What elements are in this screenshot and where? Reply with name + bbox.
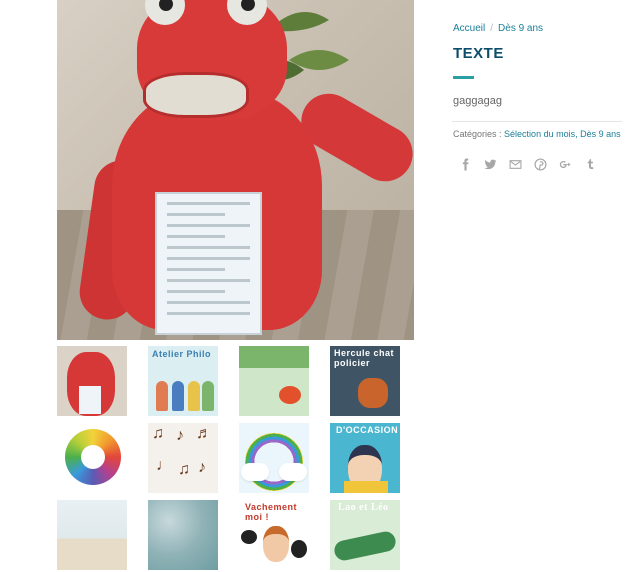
monkey-eye — [145, 0, 185, 25]
categories-links[interactable]: Sélection du mois, Dès 9 ans — [504, 129, 621, 139]
thumb-occasion[interactable]: D'OCCASION — [330, 423, 400, 493]
poster — [155, 192, 262, 335]
thumb-atelier-philo[interactable]: Atelier Philo — [148, 346, 218, 416]
thumb-hercule[interactable]: Hercule chat policier — [330, 346, 400, 416]
categories-label: Catégories : — [453, 129, 502, 139]
thumb-beach[interactable] — [57, 500, 127, 570]
thumb-text: Vachement moi ! — [245, 502, 298, 522]
breadcrumb-category-link[interactable]: Dès 9 ans — [498, 23, 543, 34]
thumb-text: Atelier Philo — [152, 349, 212, 359]
thumb-rainbow[interactable] — [239, 423, 309, 493]
facebook-icon[interactable] — [458, 157, 472, 171]
thumb-text: D'OCCASION — [336, 425, 399, 435]
product-description: gaggagag — [453, 95, 502, 107]
thumb-text: Hercule chat policier — [334, 348, 395, 368]
thumb-fish-book[interactable] — [239, 346, 309, 416]
thumb-instruments[interactable]: ♫ ♪ ♬ ♩ ♫ ♪ — [148, 423, 218, 493]
thumb-red-monkey[interactable] — [57, 346, 127, 416]
monkey-eye — [227, 0, 267, 25]
thumb-sea[interactable] — [148, 500, 218, 570]
product-title: TEXTE — [453, 45, 504, 62]
thumb-lao-leo[interactable]: Lao et Léo — [330, 500, 400, 570]
envelope-icon[interactable] — [508, 157, 522, 171]
thumb-vachement[interactable]: Vachement moi ! — [239, 500, 309, 570]
product-main-image[interactable] — [57, 0, 414, 340]
breadcrumb-separator: / — [490, 23, 494, 34]
share-icons — [458, 157, 597, 171]
product-categories: Catégories : Sélection du mois, Dès 9 an… — [453, 129, 621, 139]
breadcrumb: Accueil / Dès 9 ans — [453, 23, 543, 34]
meta-divider — [452, 121, 622, 122]
google-plus-icon[interactable] — [558, 157, 572, 171]
thumb-text: Lao et Léo — [338, 502, 389, 513]
breadcrumb-home-link[interactable]: Accueil — [453, 23, 485, 34]
tumblr-icon[interactable] — [583, 157, 597, 171]
title-divider — [453, 76, 474, 79]
monkey-mouth — [143, 72, 249, 118]
twitter-icon[interactable] — [483, 157, 497, 171]
pinterest-icon[interactable] — [533, 157, 547, 171]
thumb-color-wheel[interactable] — [57, 423, 127, 493]
